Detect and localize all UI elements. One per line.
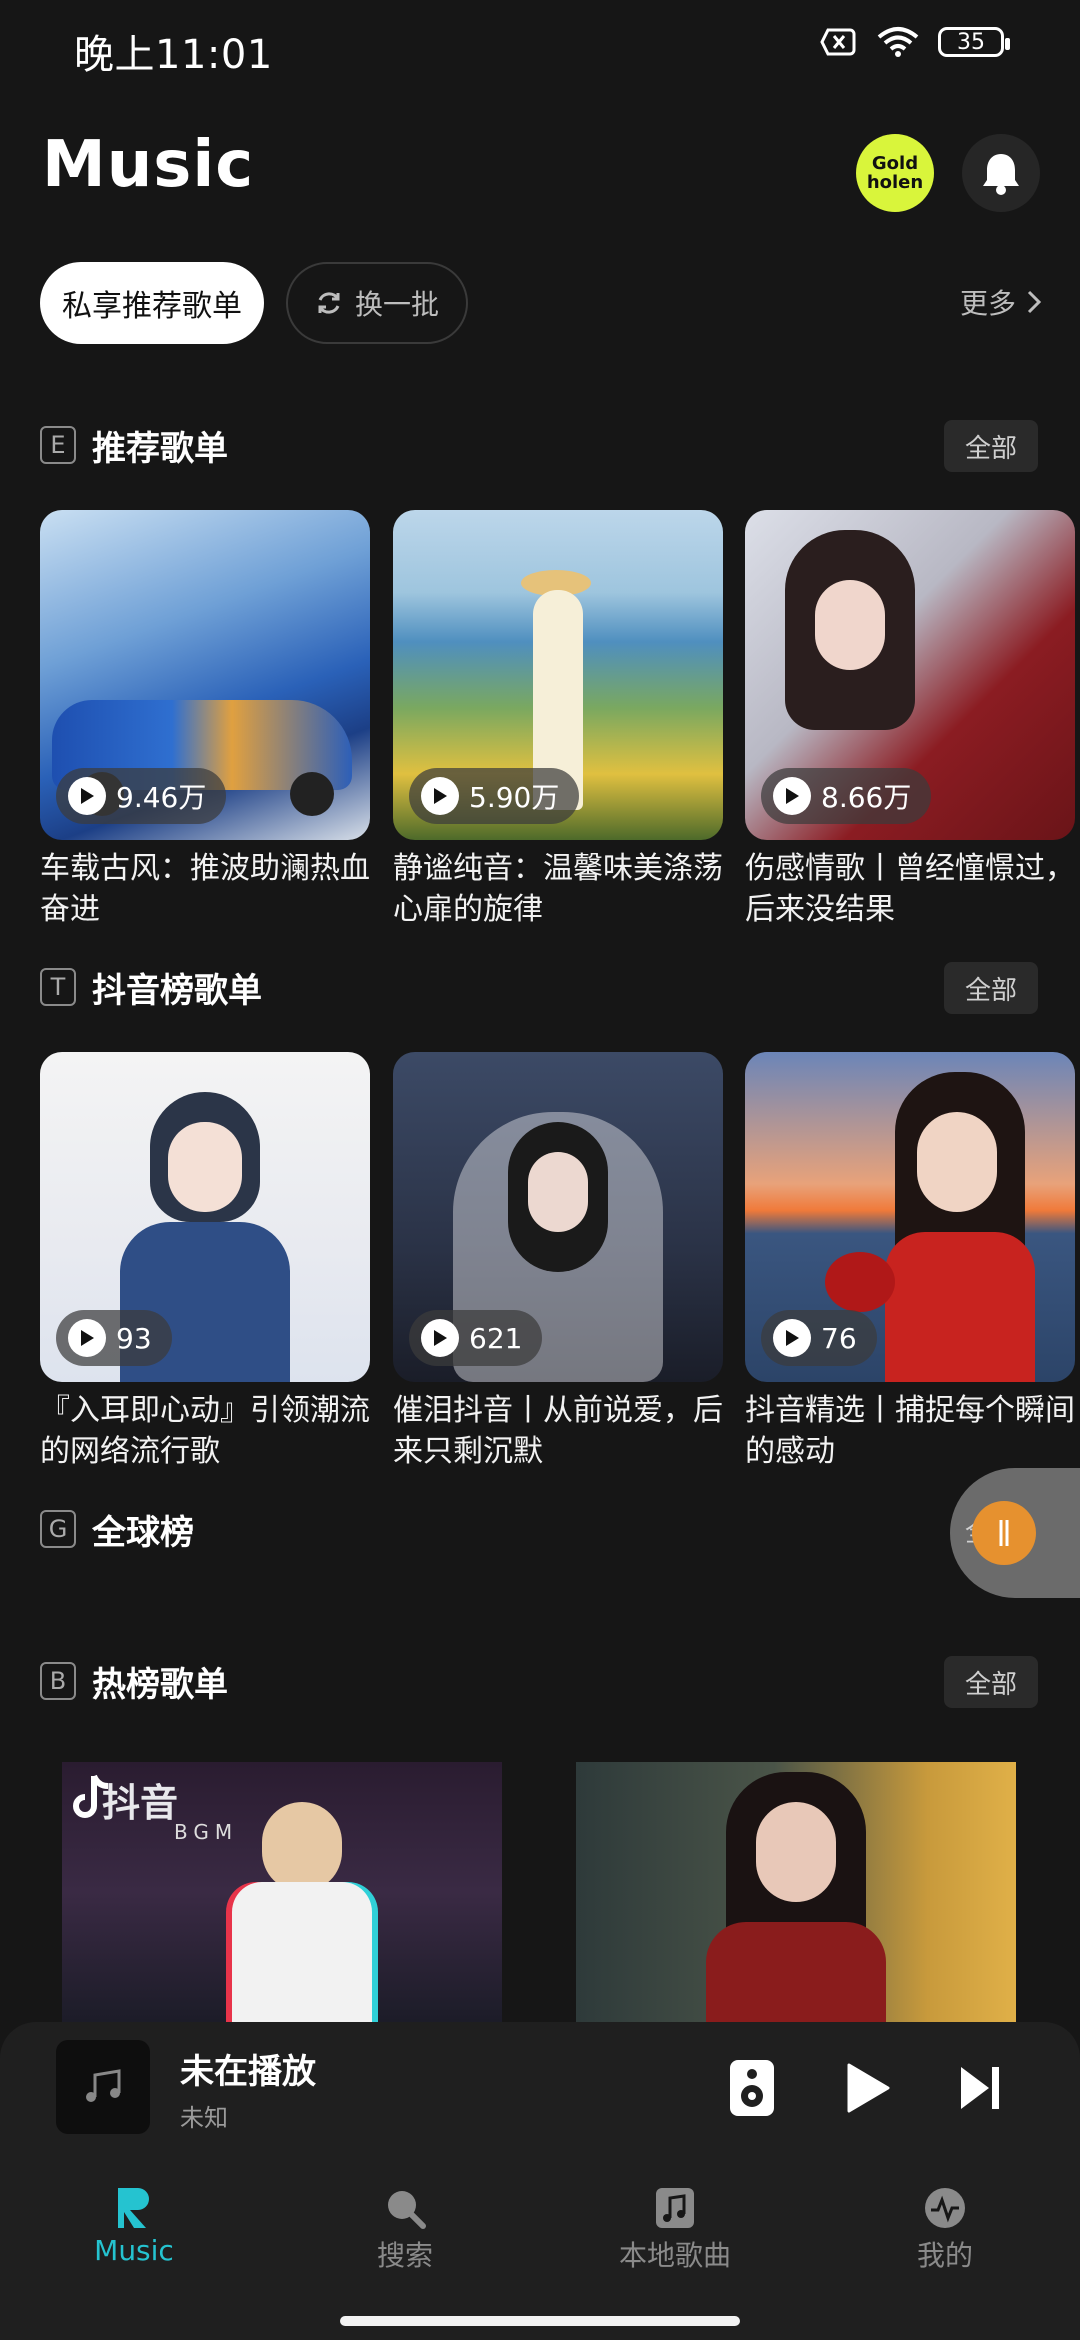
nav-local-music[interactable]: 本地歌曲 bbox=[575, 2186, 775, 2274]
play-count-badge[interactable]: 621 bbox=[409, 1310, 543, 1366]
bell-icon bbox=[983, 154, 1019, 195]
hot-playlist-cover[interactable] bbox=[576, 1762, 1016, 2022]
more-label: 更多 bbox=[960, 287, 1017, 320]
play-count-badge[interactable]: 9.46万 bbox=[56, 768, 227, 824]
nav-profile[interactable]: 我的 bbox=[845, 2186, 1045, 2274]
nav-label: Music bbox=[94, 2234, 174, 2267]
play-icon bbox=[847, 2063, 890, 2113]
nav-search[interactable]: 搜索 bbox=[305, 2186, 505, 2274]
playlist-cover: 9.46万 bbox=[40, 510, 370, 840]
play-icon bbox=[68, 777, 106, 815]
nav-label: 本地歌曲 bbox=[618, 2239, 731, 2272]
page-title: Music bbox=[42, 128, 255, 202]
floating-ball-button[interactable] bbox=[950, 1468, 1080, 1598]
play-icon bbox=[773, 1319, 811, 1357]
play-count: 93 bbox=[116, 1321, 152, 1355]
speaker-icon bbox=[730, 2060, 774, 2116]
play-count: 8.66万 bbox=[821, 781, 912, 814]
status-icons: 35 bbox=[820, 26, 1010, 58]
playlist-title: 车载古风：推波助澜热血奋进 bbox=[40, 851, 370, 927]
play-count-badge[interactable]: 93 bbox=[56, 1310, 172, 1366]
playlist-cover: 5.90万 bbox=[393, 510, 723, 840]
no-sim-icon bbox=[820, 28, 856, 56]
home-indicator bbox=[340, 2316, 740, 2326]
refresh-icon bbox=[318, 292, 340, 314]
notification-button[interactable] bbox=[962, 134, 1040, 212]
playlist-cover: 8.66万 bbox=[745, 510, 1075, 840]
section-header-global: G 全球榜 bbox=[40, 1504, 194, 1554]
all-button-douyin[interactable]: 全部 bbox=[944, 962, 1038, 1014]
section-title: 推荐歌单 bbox=[92, 428, 228, 469]
hot-playlist-cover[interactable]: 抖音 BGM bbox=[62, 1762, 502, 2022]
chevron-right-icon bbox=[1027, 290, 1042, 314]
play-icon bbox=[68, 1319, 106, 1357]
playlist-card[interactable]: 9.46万 车载古风：推波助澜热血奋进 bbox=[40, 510, 370, 930]
status-time: 晚上11:01 bbox=[74, 32, 273, 78]
nav-label: 我的 bbox=[916, 2239, 973, 2272]
section-letter: T bbox=[40, 968, 76, 1006]
section-header-douyin: T 抖音榜歌单 bbox=[40, 962, 262, 1012]
douyin-bgm-text: BGM bbox=[174, 1820, 239, 1844]
battery-indicator: 35 bbox=[938, 27, 1010, 57]
play-icon bbox=[421, 1319, 459, 1357]
playlist-cover: 93 bbox=[40, 1052, 370, 1382]
speaker-button[interactable] bbox=[724, 2058, 780, 2118]
music-note-icon bbox=[86, 2069, 121, 2102]
douyin-logo-text: 抖音 bbox=[102, 1781, 179, 1825]
play-count: 9.46万 bbox=[116, 781, 207, 814]
playlist-card[interactable]: 76 抖音精选丨捕捉每个瞬间的感动 bbox=[745, 1052, 1075, 1472]
playlist-title: 抖音精选丨捕捉每个瞬间的感动 bbox=[745, 1393, 1075, 1469]
section-title: 全球榜 bbox=[92, 1512, 194, 1553]
floating-ball-icon bbox=[972, 1501, 1036, 1565]
play-icon bbox=[773, 777, 811, 815]
section-letter: B bbox=[40, 1662, 76, 1700]
playlist-card[interactable]: 93 『入耳即心动』引领潮流的网络流行歌 bbox=[40, 1052, 370, 1472]
now-playing-cover[interactable] bbox=[56, 2040, 150, 2134]
gold-holen-logo[interactable]: Gold holen bbox=[856, 134, 934, 212]
playlist-title: 『入耳即心动』引领潮流的网络流行歌 bbox=[40, 1393, 370, 1469]
play-count-badge[interactable]: 76 bbox=[761, 1310, 877, 1366]
mini-player[interactable] bbox=[0, 2022, 1080, 2340]
section-header-recommended: E 推荐歌单 bbox=[40, 420, 228, 470]
refresh-batch-button[interactable]: 换一批 bbox=[286, 262, 468, 344]
skip-next-icon bbox=[961, 2067, 999, 2109]
section-title: 抖音榜歌单 bbox=[92, 970, 262, 1011]
play-count: 5.90万 bbox=[469, 781, 560, 814]
search-icon bbox=[388, 2191, 426, 2229]
nav-label: 搜索 bbox=[376, 2239, 433, 2272]
section-letter: E bbox=[40, 426, 76, 464]
more-link[interactable]: 更多 bbox=[960, 282, 1042, 322]
section-header-hot: B 热榜歌单 bbox=[40, 1656, 228, 1706]
section-title: 热榜歌单 bbox=[92, 1664, 228, 1705]
r-logo-icon bbox=[118, 2188, 149, 2228]
playlist-card[interactable]: 621 催泪抖音丨从前说爱，后来只剩沉默 bbox=[393, 1052, 723, 1472]
refresh-label: 换一批 bbox=[354, 288, 439, 321]
section-letter: G bbox=[40, 1510, 76, 1548]
playlist-card[interactable]: 8.66万 伤感情歌丨曾经憧憬过，后来没结果 bbox=[745, 510, 1075, 930]
now-playing-title: 未在播放 bbox=[180, 2052, 316, 2092]
play-count: 76 bbox=[821, 1321, 857, 1355]
playlist-card[interactable]: 5.90万 静谧纯音：温馨味美涤荡心扉的旋律 bbox=[393, 510, 723, 930]
playlist-cover: 76 bbox=[745, 1052, 1075, 1382]
playlist-title: 静谧纯音：温馨味美涤荡心扉的旋律 bbox=[393, 851, 723, 927]
play-count: 621 bbox=[469, 1321, 523, 1355]
play-count-badge[interactable]: 8.66万 bbox=[761, 768, 932, 824]
nav-music[interactable]: Music bbox=[34, 2186, 234, 2267]
playlist-cover: 621 bbox=[393, 1052, 723, 1382]
next-button[interactable] bbox=[952, 2058, 1008, 2118]
tab-private-playlist[interactable]: 私享推荐歌单 bbox=[40, 262, 264, 344]
local-music-icon bbox=[656, 2188, 694, 2228]
profile-pulse-icon bbox=[925, 2188, 965, 2228]
playlist-title: 催泪抖音丨从前说爱，后来只剩沉默 bbox=[393, 1393, 723, 1469]
play-button[interactable] bbox=[838, 2058, 898, 2118]
play-icon bbox=[421, 777, 459, 815]
now-playing-artist: 未知 bbox=[180, 2104, 228, 2132]
play-count-badge[interactable]: 5.90万 bbox=[409, 768, 580, 824]
douyin-icon bbox=[73, 1774, 109, 1818]
wifi-icon bbox=[877, 27, 919, 57]
all-button-recommended[interactable]: 全部 bbox=[944, 420, 1038, 472]
all-button-hot[interactable]: 全部 bbox=[944, 1656, 1038, 1708]
playlist-title: 伤感情歌丨曾经憧憬过，后来没结果 bbox=[745, 851, 1075, 927]
